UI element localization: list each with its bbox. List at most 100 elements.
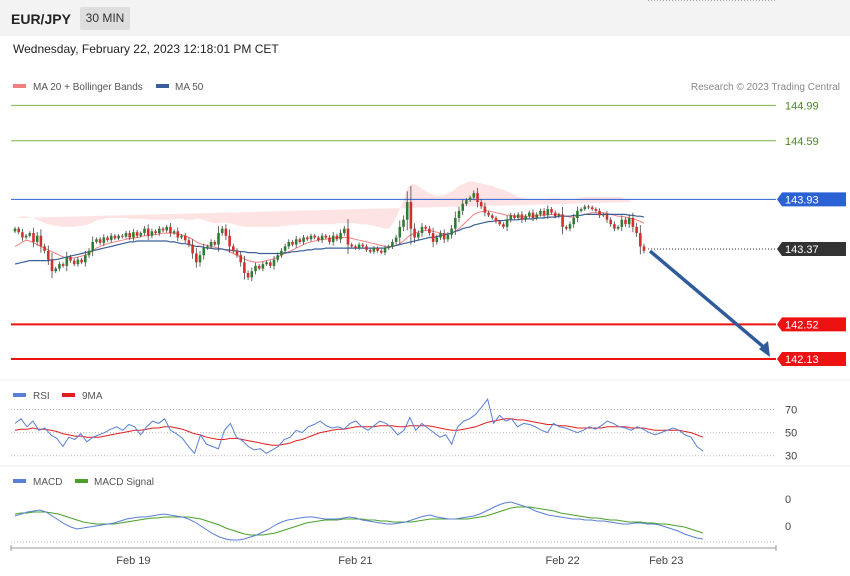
candle <box>113 233 117 241</box>
legend-swatch-ma50 <box>156 84 169 88</box>
candle-body <box>146 228 150 236</box>
candle <box>220 225 224 236</box>
candle <box>80 257 83 265</box>
candle-body <box>261 264 265 269</box>
candle-body <box>154 231 157 234</box>
legend-swatch-macd-signal <box>75 479 88 483</box>
candle <box>635 223 638 237</box>
candle <box>343 225 346 236</box>
candle-body <box>239 255 242 263</box>
candle-body <box>343 228 346 234</box>
candle <box>172 229 176 235</box>
macd-tick-label: 0 <box>785 494 791 506</box>
candle-body <box>454 217 457 229</box>
candle <box>598 208 601 218</box>
candle-body <box>598 210 601 216</box>
candle-body <box>639 233 642 247</box>
rsi-tick-label: 70 <box>785 405 797 417</box>
candle <box>109 233 113 243</box>
candle <box>169 223 172 237</box>
candle-body <box>572 217 575 225</box>
candle-body <box>372 248 376 252</box>
candle <box>146 224 150 240</box>
candle <box>457 206 461 223</box>
candle <box>235 248 239 258</box>
candle-body <box>13 228 17 232</box>
candle-body <box>102 237 106 243</box>
candle <box>106 235 109 242</box>
candle <box>639 225 642 255</box>
candle <box>43 243 46 254</box>
candle-body <box>450 228 453 235</box>
candle <box>387 244 390 250</box>
candle-body <box>128 233 131 238</box>
candle <box>143 225 146 236</box>
candle <box>609 217 612 227</box>
candle <box>191 239 194 259</box>
legend-label-ma20: MA 20 + Bollinger Bands <box>33 82 143 93</box>
candle-body <box>498 221 501 225</box>
candle <box>520 211 524 223</box>
candle-body <box>224 228 228 236</box>
candle-body <box>468 197 472 201</box>
candle <box>439 230 442 241</box>
legend-label-macd-signal: MACD Signal <box>94 477 154 488</box>
candle-body <box>320 235 324 241</box>
candle <box>535 212 538 221</box>
candle-body <box>50 259 54 272</box>
candle <box>246 270 250 281</box>
candle <box>376 246 379 253</box>
candle <box>165 224 168 233</box>
candle <box>357 242 361 251</box>
forecast-arrow <box>648 249 768 351</box>
candle <box>505 215 509 232</box>
current-price-label: 143.37 <box>785 244 819 256</box>
candle <box>516 212 520 221</box>
candle-body <box>461 203 464 211</box>
candle-body <box>235 250 239 256</box>
level-labels-layer: 144.99 144.59 143.93 143.37 142.52 142.13 <box>648 100 846 367</box>
rsi-tick-label: 50 <box>785 428 797 440</box>
candle <box>135 230 139 238</box>
candle-body <box>91 241 94 251</box>
candle-body <box>69 257 72 261</box>
candle <box>428 225 431 236</box>
candle-body <box>28 233 32 236</box>
candle-body <box>328 237 331 242</box>
target-level-label: 144.59 <box>785 136 819 148</box>
candle-body <box>491 215 494 218</box>
candle <box>213 240 217 247</box>
candle <box>65 251 69 272</box>
resistance-level-label: 143.93 <box>785 194 819 206</box>
candle-body <box>516 214 520 218</box>
candle <box>354 244 357 250</box>
candle-body <box>198 255 202 263</box>
candle <box>587 204 590 210</box>
candle <box>24 233 28 240</box>
candle-body <box>579 209 583 211</box>
legend-swatch-macd <box>13 479 26 483</box>
candle <box>198 250 202 267</box>
macd-line <box>14 501 704 541</box>
candle-body <box>294 239 298 245</box>
candle-body <box>391 241 394 247</box>
candle-body <box>476 193 479 203</box>
candle <box>320 233 324 243</box>
candle-body <box>368 249 372 252</box>
candle-body <box>287 241 291 247</box>
candle-body <box>365 246 368 250</box>
candle-body <box>139 233 143 236</box>
candle-body <box>616 226 620 229</box>
candle-body <box>95 239 98 242</box>
candle-body <box>561 214 564 227</box>
candle <box>61 262 65 268</box>
candle-body <box>354 246 357 249</box>
candle-body <box>520 214 524 220</box>
candle-body <box>424 226 427 229</box>
candle-body <box>631 217 635 227</box>
bollinger-band-layer <box>15 181 637 229</box>
candle <box>324 233 328 240</box>
candle-body <box>542 210 546 216</box>
candle-body <box>21 232 24 238</box>
candle <box>372 246 376 254</box>
